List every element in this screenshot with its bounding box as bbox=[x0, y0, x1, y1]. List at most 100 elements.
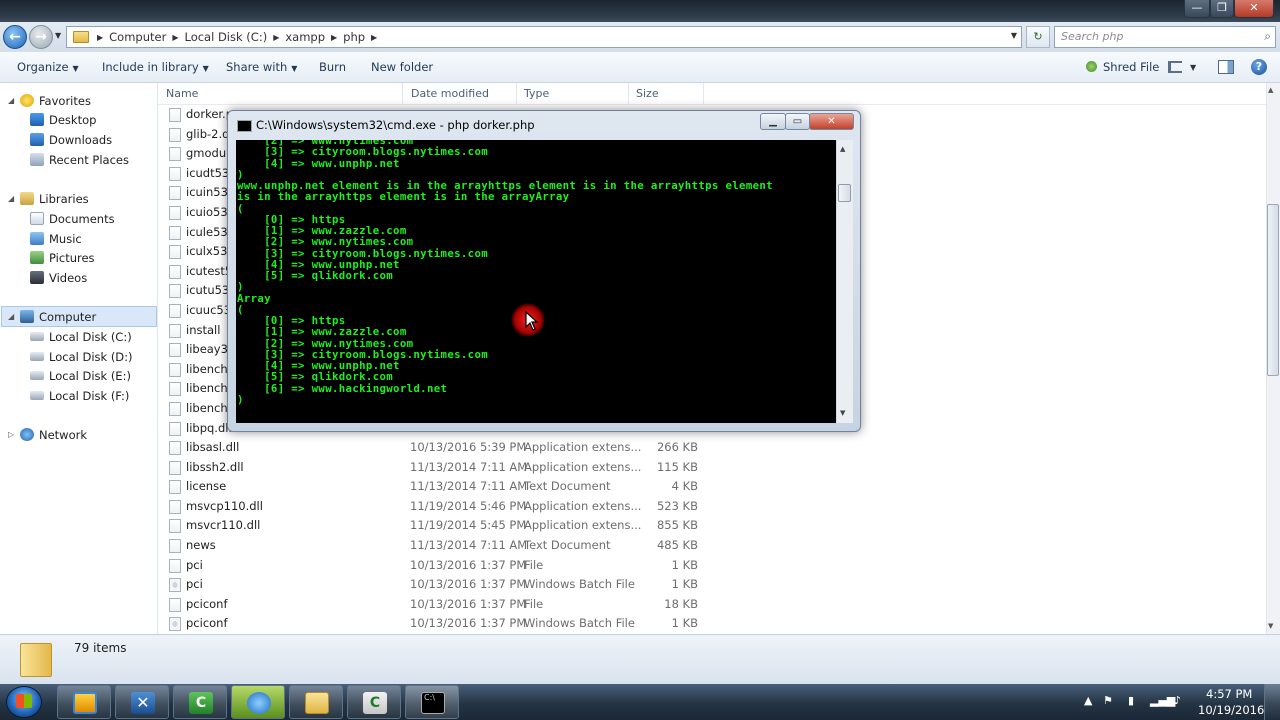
refresh-button[interactable]: ↻ bbox=[1026, 26, 1050, 48]
nav-music[interactable]: Music bbox=[30, 229, 82, 249]
file-row[interactable]: pci 10/13/2016 1:37 PM Windows Batch File 1… bbox=[158, 575, 1266, 595]
column-divider[interactable] bbox=[516, 83, 517, 105]
file-row[interactable]: msvcp110.dll 11/19/2014 5:46 PM Applicatio… bbox=[158, 497, 1266, 517]
clock-time[interactable]: 4:57 PM bbox=[1206, 687, 1252, 701]
scroll-down-icon[interactable]: ▼ bbox=[1268, 622, 1273, 630]
cmd-scroll-thumb[interactable] bbox=[838, 184, 851, 202]
taskbar-app-4[interactable] bbox=[231, 685, 285, 719]
file-row[interactable]: pciconf 10/13/2016 1:37 PM File 18 KB bbox=[158, 595, 1266, 615]
file-name: glib-2.dl bbox=[186, 126, 233, 141]
cmd-window[interactable]: C:\Windows\system32\cmd.exe - php dorker… bbox=[227, 110, 861, 432]
expand-arrow-icon[interactable]: ◢ bbox=[8, 312, 14, 321]
file-row[interactable]: libssh2.dll 11/13/2014 7:11 AM Application… bbox=[158, 458, 1266, 478]
address-dropdown-icon[interactable]: ▼ bbox=[1011, 31, 1017, 40]
taskbar-explorer[interactable] bbox=[289, 685, 343, 719]
breadcrumb-arrow-icon[interactable]: ▶ bbox=[95, 33, 105, 42]
explorer-scroll-thumb[interactable] bbox=[1267, 204, 1279, 376]
scroll-up-icon[interactable]: ▲ bbox=[1268, 86, 1273, 94]
cmd-maximize-button[interactable]: ▭ bbox=[785, 113, 810, 130]
nav-libraries[interactable]: Libraries bbox=[20, 189, 89, 209]
search-icon[interactable]: ⌕ bbox=[1264, 29, 1271, 44]
show-hidden-icons-icon[interactable]: ▲ bbox=[1084, 694, 1092, 707]
column-divider[interactable] bbox=[628, 83, 629, 105]
nav-recent-places[interactable]: Recent Places bbox=[30, 150, 129, 170]
organize-button[interactable]: Organize ▼ bbox=[17, 60, 79, 74]
action-center-icon[interactable]: ⚑ bbox=[1103, 694, 1113, 707]
address-bar[interactable]: ▶ Computer ▶ Local Disk (C:) ▶ xampp ▶ p… bbox=[66, 26, 1022, 48]
nav-local-disk-c[interactable]: Local Disk (C:) bbox=[30, 327, 132, 347]
breadcrumb-local-disk-c[interactable]: Local Disk (C:) bbox=[180, 30, 271, 44]
maximize-button[interactable]: ❐ bbox=[1210, 0, 1234, 18]
nav-downloads[interactable]: Downloads bbox=[30, 130, 112, 150]
signal-icon[interactable]: ▂▄▆ bbox=[1150, 694, 1175, 707]
share-with-button[interactable]: Share with ▼ bbox=[226, 60, 297, 74]
file-row[interactable]: libsasl.dll 10/13/2016 5:39 PM Application… bbox=[158, 438, 1266, 458]
column-header-size[interactable]: Size bbox=[636, 87, 659, 100]
chevron-down-icon[interactable]: ▼ bbox=[1190, 63, 1196, 72]
nav-favorites[interactable]: Favorites bbox=[20, 91, 91, 111]
cmd-minimize-button[interactable]: ▁ bbox=[760, 113, 786, 130]
expand-arrow-icon[interactable]: ▷ bbox=[8, 430, 14, 439]
taskbar-app-2[interactable]: ✕ bbox=[115, 685, 169, 719]
scroll-down-icon[interactable]: ▼ bbox=[840, 409, 845, 417]
nav-network[interactable]: Network bbox=[20, 425, 87, 445]
recent-pages-dropdown[interactable]: ▼ bbox=[55, 31, 61, 40]
cmd-icon[interactable] bbox=[237, 120, 252, 132]
column-header-type[interactable]: Type bbox=[524, 87, 549, 100]
preview-pane-icon[interactable] bbox=[1218, 60, 1234, 74]
expand-arrow-icon[interactable]: ◢ bbox=[8, 194, 14, 203]
breadcrumb-arrow-icon[interactable]: ▶ bbox=[329, 33, 339, 42]
battery-icon[interactable]: ▮ bbox=[1128, 694, 1134, 707]
cmd-close-button[interactable]: ✕ bbox=[809, 113, 854, 130]
breadcrumb-xampp[interactable]: xampp bbox=[281, 30, 329, 44]
file-name: license bbox=[186, 479, 227, 494]
help-icon[interactable]: ? bbox=[1251, 59, 1267, 75]
file-row[interactable]: pci 10/13/2016 1:37 PM File 1 KB bbox=[158, 556, 1266, 576]
back-button[interactable]: ← bbox=[3, 25, 27, 49]
show-desktop-button[interactable] bbox=[1264, 684, 1280, 720]
file-row[interactable]: pciconf 10/13/2016 1:37 PM Windows Batch F… bbox=[158, 614, 1266, 634]
forward-button[interactable]: → bbox=[29, 25, 53, 49]
column-header-date[interactable]: Date modified bbox=[411, 87, 489, 100]
taskbar-cmd[interactable]: C:\ bbox=[405, 685, 459, 719]
nav-local-disk-f[interactable]: Local Disk (F:) bbox=[30, 386, 129, 406]
clock-date[interactable]: 10/19/2016 bbox=[1198, 703, 1264, 717]
shred-file-button[interactable]: Shred File bbox=[1086, 60, 1159, 74]
file-row[interactable]: news 11/13/2014 7:11 AM Text Document 485 K… bbox=[158, 536, 1266, 556]
console-output-area[interactable]: [2] => www.nytimes.com [3] => cityroom.b… bbox=[236, 140, 836, 423]
taskbar-app-3[interactable]: C bbox=[173, 685, 227, 719]
expand-arrow-icon[interactable]: ◢ bbox=[8, 96, 14, 105]
change-view-icon[interactable] bbox=[1168, 61, 1182, 73]
nav-computer[interactable]: Computer bbox=[20, 307, 96, 327]
scroll-up-icon[interactable]: ▲ bbox=[840, 145, 845, 153]
cmd-scrollbar[interactable] bbox=[836, 140, 853, 423]
column-header-name[interactable]: Name bbox=[166, 87, 198, 100]
search-input[interactable]: Search php ⌕ bbox=[1054, 26, 1276, 48]
nav-videos[interactable]: Videos bbox=[30, 268, 87, 288]
nav-local-disk-e[interactable]: Local Disk (E:) bbox=[30, 366, 131, 386]
chevron-down-icon: ▼ bbox=[291, 64, 298, 73]
taskbar-app-1[interactable] bbox=[57, 685, 111, 719]
column-divider[interactable] bbox=[402, 83, 403, 105]
volume-icon[interactable]: ♪ bbox=[1174, 694, 1181, 707]
file-row[interactable]: license 11/13/2014 7:11 AM Text Document 4 … bbox=[158, 477, 1266, 497]
breadcrumb-computer[interactable]: Computer bbox=[105, 30, 170, 44]
column-divider[interactable] bbox=[703, 83, 704, 105]
minimize-button[interactable]: — bbox=[1184, 0, 1210, 18]
item-count: 79 items bbox=[74, 641, 127, 655]
star-icon bbox=[20, 94, 34, 107]
nav-desktop[interactable]: Desktop bbox=[30, 110, 96, 130]
breadcrumb-arrow-icon[interactable]: ▶ bbox=[170, 33, 180, 42]
include-in-library-button[interactable]: Include in library ▼ bbox=[102, 60, 209, 74]
burn-button[interactable]: Burn bbox=[319, 60, 346, 74]
nav-local-disk-d[interactable]: Local Disk (D:) bbox=[30, 347, 133, 367]
nav-documents[interactable]: Documents bbox=[30, 209, 115, 229]
nav-pictures[interactable]: Pictures bbox=[30, 248, 95, 268]
new-folder-button[interactable]: New folder bbox=[371, 60, 433, 74]
breadcrumb-php[interactable]: php bbox=[339, 30, 369, 44]
breadcrumb-arrow-icon[interactable]: ▶ bbox=[369, 33, 379, 42]
breadcrumb-arrow-icon[interactable]: ▶ bbox=[271, 33, 281, 42]
taskbar-app-6[interactable]: C bbox=[347, 685, 401, 719]
file-row[interactable]: msvcr110.dll 11/19/2014 5:45 PM Applicatio… bbox=[158, 516, 1266, 536]
close-button[interactable]: ✕ bbox=[1234, 0, 1274, 18]
